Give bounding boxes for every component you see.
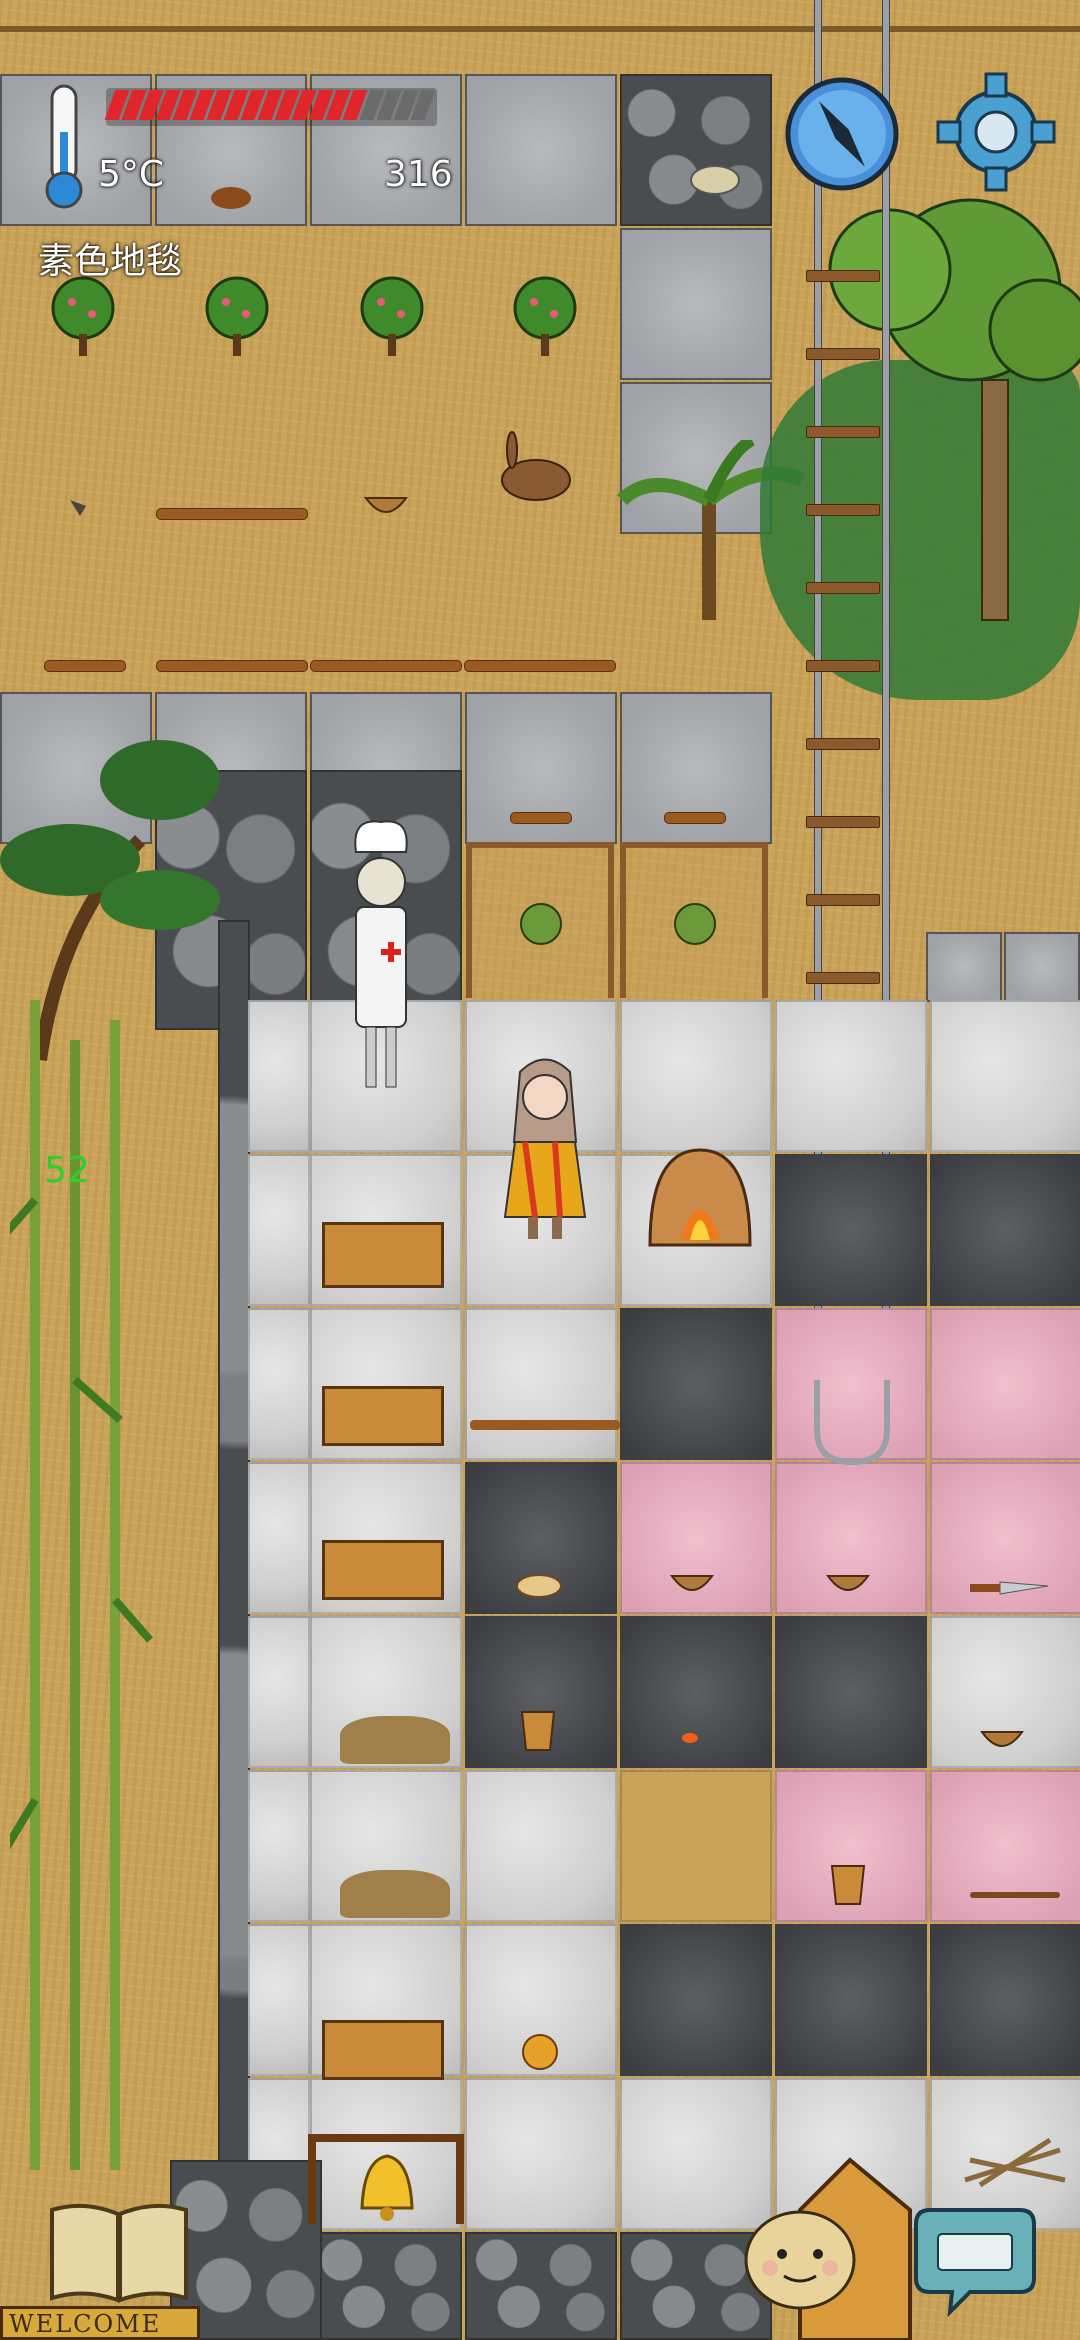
floor-tile (248, 1616, 310, 1768)
dark-carpet-tile (930, 1154, 1080, 1306)
floor-tile (465, 1770, 617, 1922)
carrot-row[interactable] (44, 660, 126, 672)
top-fence (0, 0, 1080, 40)
book-icon[interactable] (44, 2200, 194, 2310)
storage-crate[interactable] (322, 1386, 444, 1446)
hay-pile[interactable] (340, 1716, 450, 1764)
hunger-value: 316 (384, 154, 453, 195)
hunger-bar (104, 88, 437, 126)
player-character[interactable] (490, 1052, 600, 1252)
berry-bush[interactable] (357, 272, 427, 362)
dark-carpet-tile (775, 1924, 927, 2076)
orange-fruit[interactable] (520, 2032, 560, 2072)
floor-tile (248, 1462, 310, 1614)
floor-tile (465, 2078, 617, 2230)
wooden-bucket[interactable] (518, 1706, 558, 1752)
dark-carpet-tile (930, 1924, 1080, 2076)
wooden-stick[interactable] (970, 1892, 1060, 1898)
stone-wall (465, 2232, 617, 2340)
berry-bush[interactable] (510, 272, 580, 362)
clay-bowl[interactable] (364, 490, 408, 520)
dung-pile[interactable] (208, 182, 254, 212)
dirt-tile (620, 1770, 772, 1922)
stone-floor-tile (465, 74, 617, 226)
gear-icon[interactable] (934, 70, 1058, 194)
held-item-label: 素色地毯 (38, 241, 183, 282)
dark-carpet-tile (775, 1616, 927, 1768)
knife[interactable] (970, 1578, 1050, 1598)
stone-wall (310, 2232, 462, 2340)
storage-crate[interactable] (322, 1540, 444, 1600)
storage-crate[interactable] (322, 1222, 444, 1288)
floor-tile (248, 1770, 310, 1922)
welcome-text: WELCOME (9, 2310, 162, 2338)
carrot-row[interactable] (156, 660, 308, 672)
floor-tile (248, 1924, 310, 2076)
chef-character[interactable] (336, 812, 426, 1112)
carrot-row[interactable] (510, 812, 572, 824)
floor-tile (248, 1154, 310, 1306)
hanging-plant[interactable] (516, 890, 566, 950)
carrot-row[interactable] (310, 660, 462, 672)
dark-carpet-tile (620, 1924, 772, 2076)
bread-loaf[interactable] (514, 1570, 564, 1600)
ember[interactable] (680, 1730, 700, 1746)
dark-carpet-tile (620, 1308, 772, 1460)
rabbit[interactable] (486, 430, 586, 510)
stone-floor-tile (620, 228, 772, 380)
floor-tile (620, 1000, 772, 1152)
stone-block (926, 932, 1002, 1002)
dark-carpet-tile (775, 1154, 927, 1306)
carrot-row[interactable] (664, 812, 726, 824)
temperature-panel (38, 82, 90, 216)
pink-carpet-tile (930, 1308, 1080, 1460)
pink-carpet-tile (930, 1770, 1080, 1922)
clay-bowl[interactable] (670, 1568, 714, 1600)
floating-number: 52 (44, 1150, 90, 1191)
welcome-sign: WELCOME (0, 2306, 200, 2340)
wooden-bucket[interactable] (828, 1860, 868, 1906)
rabbit-bones[interactable] (680, 150, 750, 200)
berry-bush[interactable] (48, 272, 118, 362)
floor-tile (465, 1308, 617, 1460)
hay-pile[interactable] (340, 1870, 450, 1918)
stone-block (1004, 932, 1080, 1002)
bell-icon[interactable] (352, 2150, 422, 2230)
storage-crate[interactable] (322, 2020, 444, 2080)
rail-end-loop (814, 1380, 890, 1466)
carrot-row[interactable] (156, 508, 308, 520)
floor-tile (775, 1000, 927, 1152)
berry-bush[interactable] (202, 272, 272, 362)
hanging-plant[interactable] (670, 890, 720, 950)
temperature-label: 5°C (98, 154, 165, 195)
compass-icon[interactable] (782, 74, 902, 194)
adobe-oven[interactable] (640, 1140, 760, 1250)
kindling-pile[interactable] (960, 2130, 1070, 2190)
thermometer-icon (45, 84, 83, 209)
floor-tile (248, 1000, 310, 1152)
emote-face-icon[interactable] (740, 2204, 860, 2314)
keyboard-icon[interactable] (910, 2200, 1040, 2320)
clay-bowl[interactable] (980, 1724, 1024, 1756)
floor-tile (248, 1308, 310, 1460)
wooden-stick[interactable] (470, 1420, 620, 1430)
floor-tile (930, 1000, 1080, 1152)
stone-wall-column (218, 920, 250, 2184)
flint-stone[interactable] (66, 496, 90, 520)
clay-bowl[interactable] (826, 1568, 870, 1600)
carrot-row[interactable] (464, 660, 616, 672)
